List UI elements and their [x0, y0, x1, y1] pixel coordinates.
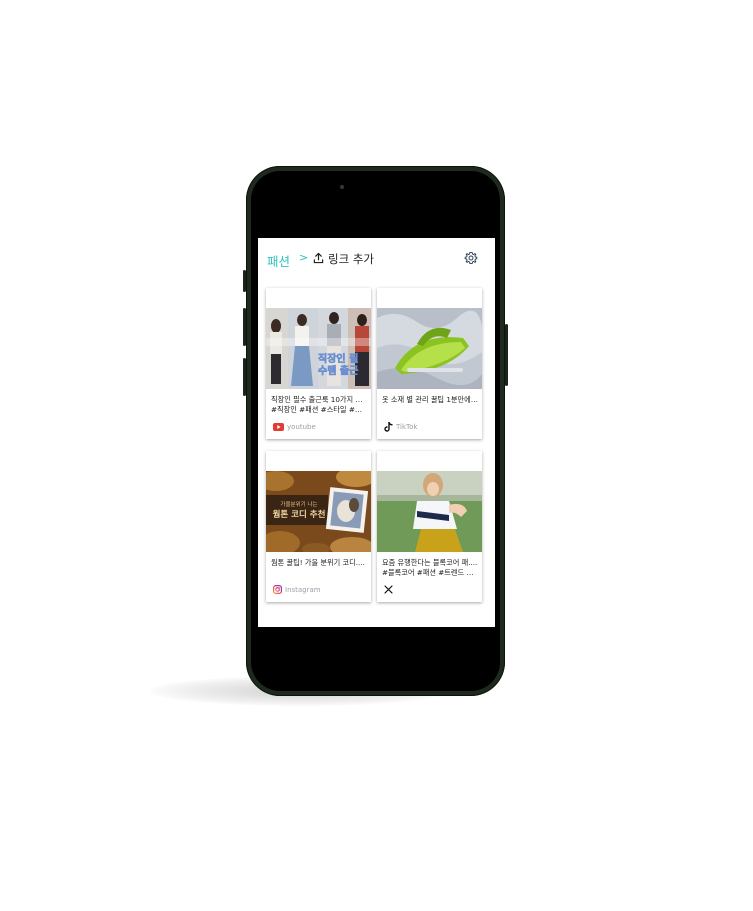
card-source: TikTok — [384, 421, 418, 432]
card-source — [384, 585, 396, 594]
gear-icon[interactable] — [464, 251, 478, 265]
card-caption-line1: 요즘 유행한다는 블록코어 패.... — [382, 558, 478, 567]
instagram-icon — [273, 585, 282, 594]
link-card-instagram[interactable]: 가을분위기 나는 웜톤 코디 추천 웜톤 꿀팁! 가을 분위기 코디.... I… — [266, 451, 371, 602]
notch — [330, 171, 426, 197]
card-caption-line2: #블록코어 #패션 #트렌드 #힙... — [382, 568, 479, 577]
card-caption-line2: #직장인 #패션 #스타일 #편... — [271, 405, 368, 414]
card-thumbnail: 가을분위기 나는 웜톤 코디 추천 — [266, 471, 371, 552]
upload-icon[interactable] — [313, 252, 324, 264]
app-screen: 패션 > 링크 추가 직장인 필 수템 출근 직장인 필수 출근룩 10가지 스… — [258, 238, 495, 627]
card-thumbnail — [377, 471, 482, 552]
card-thumbnail — [377, 308, 482, 389]
thumbnail-overlay-text: 직장인 필 수템 출근 — [318, 354, 359, 378]
link-card-x[interactable]: 요즘 유행한다는 블록코어 패.... #블록코어 #패션 #트렌드 #힙... — [377, 451, 482, 602]
mute-switch — [243, 270, 246, 292]
card-source: Instagram — [273, 585, 321, 594]
thumbnail-overlay-small: 가을분위기 나는 — [280, 502, 318, 508]
add-link-button[interactable]: 링크 추가 — [328, 251, 374, 267]
card-caption-line1: 직장인 필수 출근룩 10가지 스... — [271, 395, 368, 404]
front-camera — [340, 185, 344, 189]
breadcrumb-separator: > — [299, 251, 309, 264]
power-button — [505, 324, 508, 386]
card-caption-line1: 웜톤 꿀팁! 가을 분위기 코디.... — [271, 558, 365, 567]
breadcrumb-category[interactable]: 패션 — [267, 251, 290, 270]
card-source: youtube — [273, 422, 316, 431]
card-caption-line1: 옷 소재 별 관리 꿀팁 1분만에.... — [382, 395, 479, 404]
app-header: 패션 > 링크 추가 — [258, 238, 495, 282]
card-thumbnail: 직장인 필 수템 출근 — [266, 308, 371, 389]
x-icon — [384, 585, 393, 594]
link-card-tiktok[interactable]: 옷 소재 별 관리 꿀팁 1분만에.... TikTok — [377, 288, 482, 439]
card-source-label: TikTok — [396, 422, 418, 431]
volume-up-button — [243, 308, 246, 346]
tiktok-icon — [384, 421, 393, 432]
phone-frame: 패션 > 링크 추가 직장인 필 수템 출근 직장인 필수 출근룩 10가지 스… — [243, 166, 508, 696]
phone-bezel: 패션 > 링크 추가 직장인 필 수템 출근 직장인 필수 출근룩 10가지 스… — [251, 171, 500, 691]
youtube-icon — [273, 422, 284, 431]
volume-down-button — [243, 358, 246, 396]
link-card-youtube[interactable]: 직장인 필 수템 출근 직장인 필수 출근룩 10가지 스... #직장인 #패… — [266, 288, 371, 439]
card-source-label: Instagram — [285, 585, 321, 594]
thumbnail-overlay-big: 웜톤 코디 추천 — [272, 510, 326, 520]
card-source-label: youtube — [287, 422, 316, 431]
